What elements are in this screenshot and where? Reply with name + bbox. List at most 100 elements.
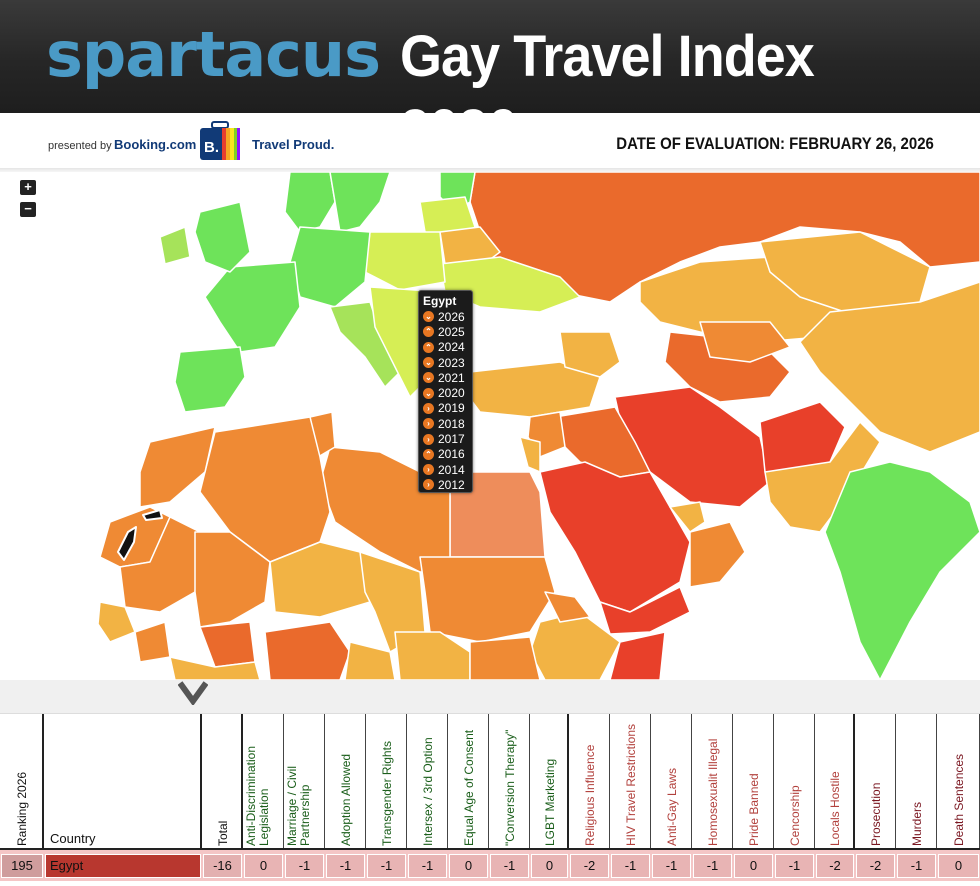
zoom-in-button[interactable]: + — [20, 180, 36, 195]
region-poland[interactable] — [364, 231, 446, 291]
tooltip-year-label: 2012 — [438, 477, 465, 492]
column-header-label: Equal Age of Consent — [461, 729, 476, 846]
chevron-down-icon[interactable] — [178, 681, 208, 705]
tooltip-year-item: › 2012 — [419, 477, 472, 492]
trend-down-icon: ⌄ — [423, 311, 434, 323]
column-header-label: Intersex / 3rd Option — [420, 737, 435, 846]
tooltip-year-item: ⌃ 2016 — [419, 447, 472, 462]
column-header-transgender[interactable]: Transgender Rights — [366, 714, 407, 850]
column-header-country[interactable]: Country — [44, 714, 202, 850]
column-header-label: Cencorship — [787, 785, 802, 846]
tooltip-year-label: 2020 — [438, 386, 465, 401]
column-header-marriage[interactable]: Marriage / Civil Partnership — [284, 714, 325, 850]
column-header-anti-gay[interactable]: Anti-Gay Laws — [651, 714, 692, 850]
column-header-homosexuality-illegal[interactable]: Homosexualit Illegal — [692, 714, 733, 850]
column-header-hiv[interactable]: HIV Travel Restrictions — [610, 714, 651, 850]
tooltip-year-item: ⌄ 2020 — [419, 385, 472, 400]
column-header-death-sentences[interactable]: Death Sentences — [937, 714, 980, 850]
region-levant[interactable] — [519, 436, 541, 473]
column-header-age-of-consent[interactable]: Equal Age of Consent — [448, 714, 489, 850]
region-eritrea[interactable] — [544, 591, 591, 623]
region-iberia[interactable] — [174, 346, 246, 413]
header-divider — [0, 848, 980, 850]
column-header-marketing[interactable]: LGBT Marketing — [530, 714, 569, 850]
region-uk[interactable] — [194, 201, 251, 273]
column-header-total[interactable]: Total — [202, 714, 243, 850]
tooltip-year-list: ⌄ 2026 ⌃ 2025 ⌃ 2024 ⌄ 2023 ⌄ 2021 ⌄ 2020 › 2019 › 2018… — [419, 309, 472, 493]
cell-censorship: -1 — [788, 858, 801, 873]
tooltip-year-item: › 2017 — [419, 431, 472, 446]
map-canvas[interactable] — [0, 172, 980, 680]
column-header-murders[interactable]: Murders — [896, 714, 937, 850]
region-oman[interactable] — [689, 521, 746, 588]
trend-up-icon: ⌃ — [423, 326, 434, 338]
region-scandinavia[interactable] — [284, 172, 336, 233]
cell-anti-gay: -1 — [665, 858, 678, 873]
region-burkina[interactable] — [199, 621, 256, 668]
tooltip-year-item: › 2019 — [419, 401, 472, 416]
region-france[interactable] — [204, 261, 301, 353]
column-header-prosecution[interactable]: Prosecution — [855, 714, 896, 850]
column-header-label: Murders — [909, 801, 924, 846]
tooltip-year-label: 2023 — [438, 355, 465, 370]
column-header-label: Total — [215, 820, 230, 846]
cell-death-sentences: 0 — [954, 858, 963, 873]
cell-adoption: -1 — [339, 858, 352, 873]
suitcase-icon: B. — [200, 121, 240, 160]
cell-transgender: -1 — [380, 858, 393, 873]
region-south-sudan[interactable] — [469, 636, 541, 680]
presented-by-label: presented by — [48, 140, 112, 152]
column-header-ranking[interactable]: Ranking 2026 — [0, 714, 44, 850]
region-nigeria[interactable] — [264, 621, 351, 680]
cell-age-of-consent: 0 — [464, 858, 473, 873]
region-ireland[interactable] — [159, 226, 191, 265]
region-somalia[interactable] — [609, 631, 666, 680]
column-header-label: Anti-Discrimination Legislation — [243, 745, 271, 846]
world-map[interactable]: + − — [0, 172, 980, 680]
column-header-label: Marriage / Civil Partnership — [284, 765, 312, 846]
cell-marketing: 0 — [545, 858, 554, 873]
region-car[interactable] — [394, 631, 471, 680]
column-header-anti-discrimination[interactable]: Anti-Discrimination Legislation — [243, 714, 284, 850]
column-header-label: Adoption Allowed — [338, 753, 353, 846]
cell-homosexuality-illegal: -1 — [706, 858, 719, 873]
trend-up-icon: ⌃ — [423, 341, 434, 353]
column-header-label: Pride Banned — [746, 773, 761, 846]
region-germany[interactable] — [289, 226, 371, 308]
column-header-intersex[interactable]: Intersex / 3rd Option — [407, 714, 448, 850]
column-header-label: Death Sentences — [951, 753, 966, 846]
trend-right-icon: › — [423, 464, 434, 476]
column-header-conversion[interactable]: "Conversion Therapy" — [489, 714, 530, 850]
column-header-adoption[interactable]: Adoption Allowed — [325, 714, 366, 850]
column-header-label: Locals Hostile — [828, 771, 842, 846]
spartacus-logo: spartacus — [46, 18, 381, 91]
ranking-table: Ranking 2026 Country Total Anti-Discriminat… — [0, 714, 980, 886]
column-header-censorship[interactable]: Cencorship — [774, 714, 815, 850]
column-header-label: "Conversion Therapy" — [502, 729, 517, 846]
cell-pride-banned: 0 — [749, 858, 758, 873]
trend-up-icon: ⌃ — [423, 448, 434, 460]
tooltip-year-label: 2025 — [438, 324, 465, 339]
region-sudan[interactable] — [419, 556, 556, 643]
table-toggle-strip[interactable] — [0, 680, 980, 714]
tooltip-year-label: 2016 — [438, 447, 465, 462]
tooltip-year-label: 2024 — [438, 340, 465, 355]
sponsor-tagline: Travel Proud. — [252, 137, 335, 152]
header-banner: spartacus Gay Travel Index 2026 — [0, 0, 980, 163]
cell-religious: -2 — [583, 858, 596, 873]
cell-intersex: -1 — [421, 858, 434, 873]
evaluation-date: DATE OF EVALUATION: FEBRUARY 26, 2026 — [616, 134, 934, 153]
column-header-label: LGBT Marketing — [542, 758, 557, 846]
trend-down-icon: ⌄ — [423, 357, 434, 369]
column-header-pride-banned[interactable]: Pride Banned — [733, 714, 774, 850]
cell-hiv: -1 — [624, 858, 637, 873]
zoom-out-button[interactable]: − — [20, 202, 36, 217]
region-sweden[interactable] — [329, 172, 391, 233]
tooltip-year-label: 2026 — [438, 309, 465, 324]
column-header-religious[interactable]: Religious Influence — [569, 714, 610, 850]
region-guinea[interactable] — [134, 621, 171, 663]
column-header-locals-hostile[interactable]: Locals Hostile — [815, 714, 855, 850]
region-india[interactable] — [824, 461, 980, 680]
region-cameroon[interactable] — [344, 641, 396, 680]
tooltip-year-label: 2018 — [438, 416, 465, 431]
